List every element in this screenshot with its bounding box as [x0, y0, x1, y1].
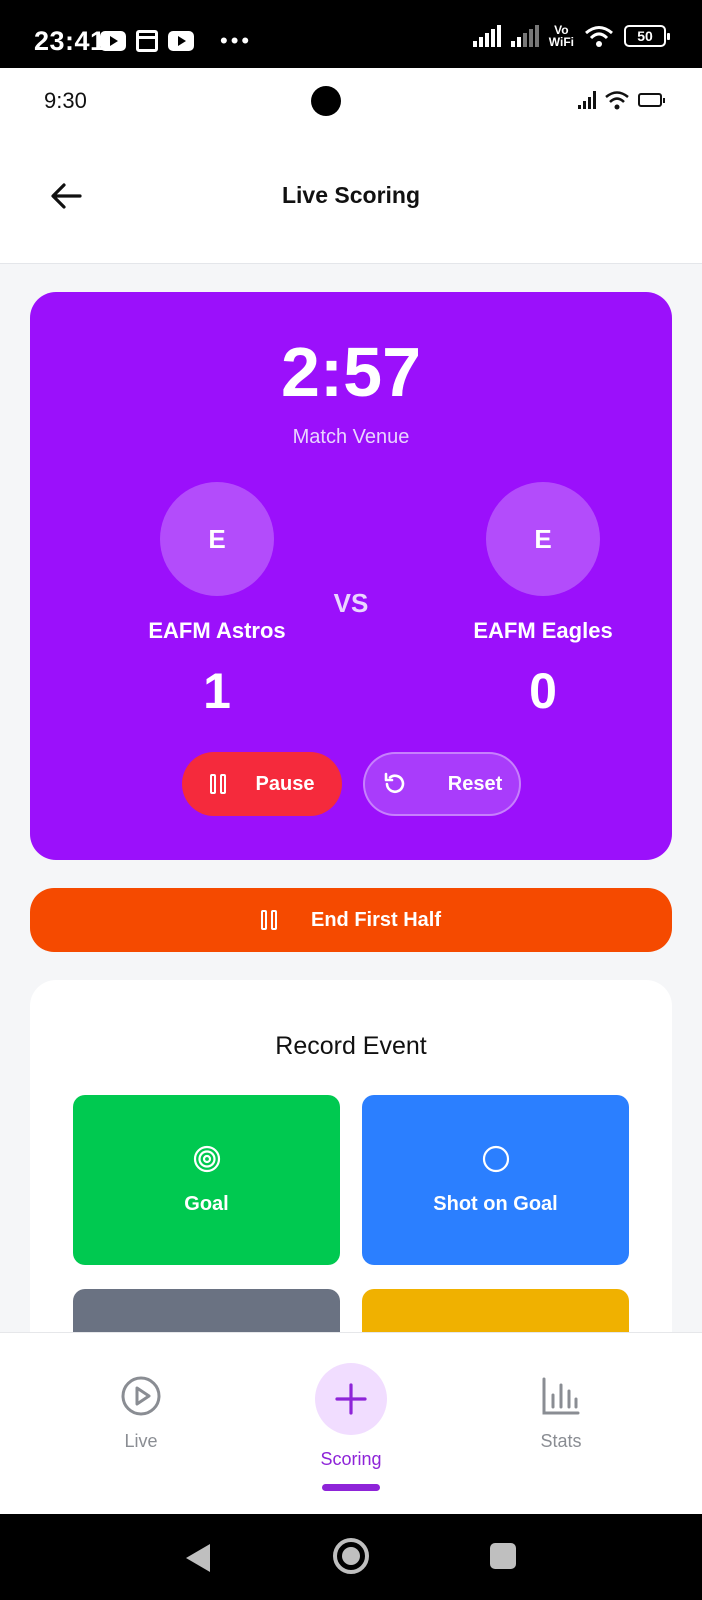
youtube-icon [168, 31, 194, 51]
youtube-icon [100, 31, 126, 51]
pause-icon [260, 910, 277, 930]
goal-event-button[interactable]: Goal [73, 1095, 340, 1265]
system-time: 23:41 [34, 26, 106, 56]
match-clock: 2:57 [280, 333, 422, 411]
system-indicators: Vo WiFi 50 [472, 23, 670, 49]
system-home-icon[interactable] [333, 1538, 369, 1574]
pause-button[interactable]: Pause [182, 752, 342, 816]
home-team-score: 1 [203, 663, 231, 719]
pause-button-label: Pause [255, 772, 315, 795]
end-first-half-label: End First Half [310, 908, 441, 931]
match-venue: Match Venue [292, 426, 410, 448]
system-recents-icon[interactable] [490, 1543, 516, 1569]
system-navigation-bar [0, 1514, 702, 1600]
battery-icon [638, 93, 665, 107]
wifi-icon [605, 91, 629, 110]
device-status-bar: 9:30 [0, 68, 702, 132]
home-team-name: EAFM Astros [148, 618, 286, 643]
goal-event-label: Goal [184, 1192, 229, 1215]
plus-icon [335, 1383, 367, 1415]
camera-cutout [311, 86, 341, 116]
device-time: 9:30 [44, 88, 87, 113]
more-notifications-icon: ••• [220, 28, 253, 53]
reset-button-label: Reset [447, 772, 503, 795]
end-first-half-button[interactable]: End First Half [30, 888, 672, 952]
bar-chart-icon [542, 1377, 580, 1415]
system-status-bar: 23:41 ••• Vo WiFi 50 [0, 0, 702, 68]
bottom-navigation: Live Scoring Stats [0, 1332, 702, 1514]
record-event-panel: Record Event Goal Shot on Goal [30, 980, 672, 1340]
away-team-avatar: E [486, 482, 600, 596]
away-team: E EAFM Eagles 0 [423, 482, 663, 720]
nav-item-scoring[interactable]: Scoring [271, 1363, 431, 1491]
away-team-name: EAFM Eagles [473, 618, 613, 643]
target-icon [193, 1145, 220, 1172]
circle-icon [482, 1145, 509, 1172]
calendar-icon [136, 30, 158, 52]
reset-icon [384, 772, 405, 793]
wifi-icon [585, 26, 613, 47]
battery-icon: 50 [624, 25, 670, 47]
home-team-avatar: E [160, 482, 274, 596]
signal-strength-icon [578, 91, 596, 109]
signal-strength-icon [510, 25, 539, 47]
page-title: Live Scoring [281, 182, 421, 208]
shot-on-goal-event-button[interactable]: Shot on Goal [362, 1095, 629, 1265]
nav-item-label: Stats [540, 1431, 582, 1451]
vowifi-icon: Vo WiFi [548, 23, 574, 49]
reset-button[interactable]: Reset [363, 752, 521, 816]
pause-icon [209, 774, 226, 794]
nav-item-label: Scoring [320, 1449, 382, 1469]
notification-icons: ••• [100, 28, 252, 54]
away-team-score: 0 [529, 663, 557, 719]
app-header: Live Scoring [0, 132, 702, 264]
signal-strength-icon [472, 25, 501, 47]
record-event-title: Record Event [275, 1032, 427, 1060]
nav-item-label: Live [124, 1431, 158, 1451]
nav-item-stats[interactable]: Stats [481, 1361, 641, 1452]
shot-on-goal-event-label: Shot on Goal [433, 1192, 558, 1215]
active-tab-indicator [322, 1484, 380, 1491]
device-indicators [578, 90, 665, 110]
play-circle-icon [121, 1376, 161, 1416]
system-back-icon[interactable] [186, 1544, 210, 1572]
nav-item-live[interactable]: Live [61, 1361, 221, 1452]
score-card: 2:57 Match Venue E EAFM Astros 1 VS E EA… [30, 292, 672, 860]
